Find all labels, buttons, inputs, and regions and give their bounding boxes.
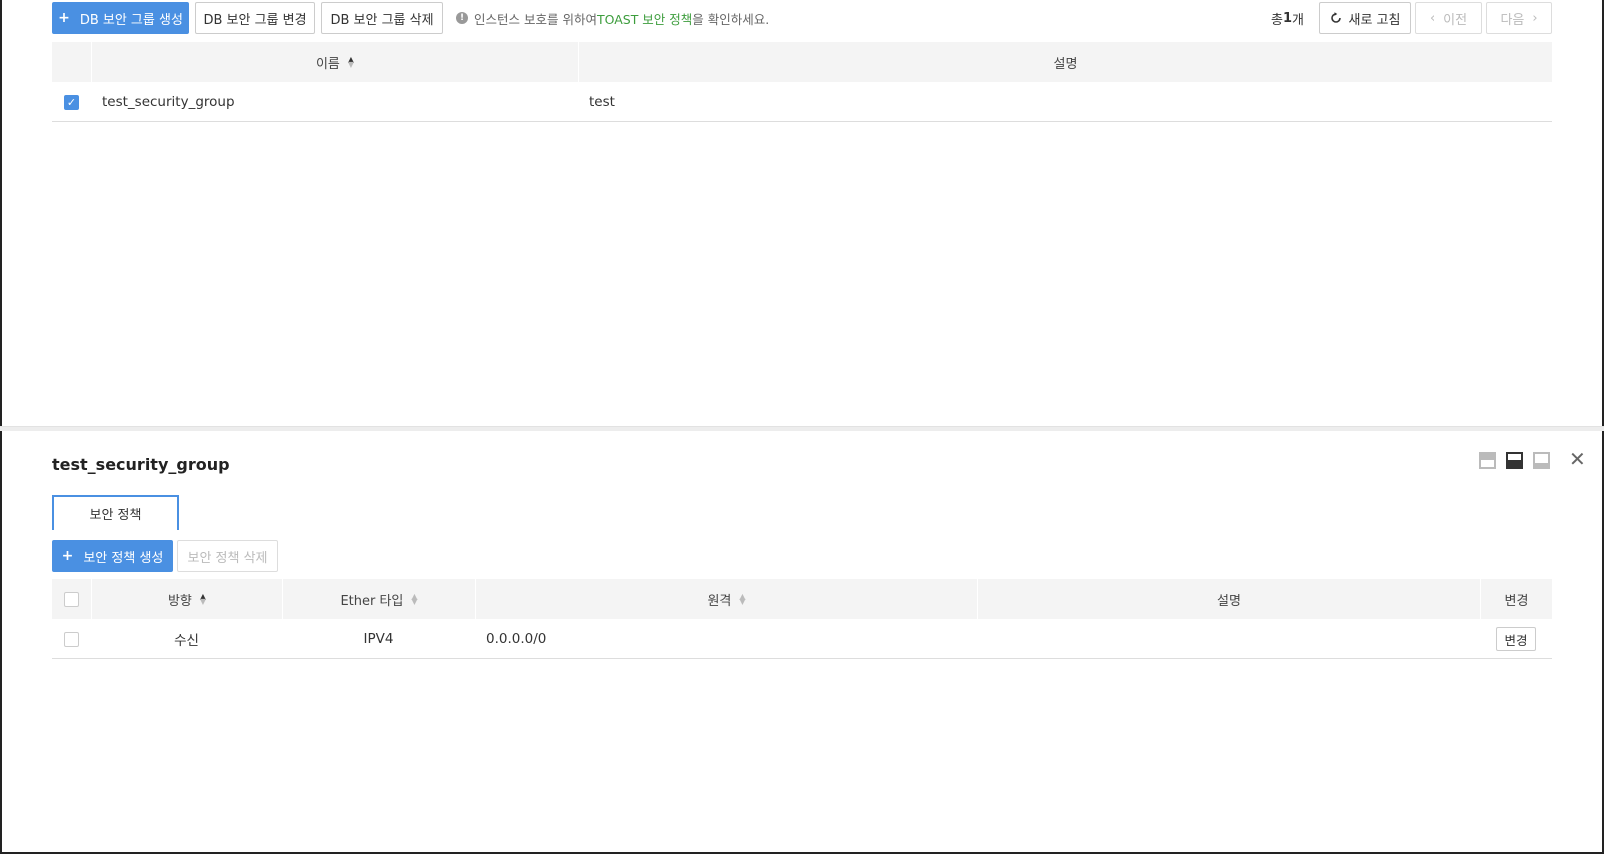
create-security-rule-button[interactable]: + 보안 정책 생성 [52, 540, 173, 572]
rule-edit-cell: 변경 [1480, 619, 1552, 659]
column-header-ether-type[interactable]: Ether 타입 ▲ ▼ [282, 579, 475, 619]
sort-icon: ▲ ▼ [411, 592, 418, 606]
rule-edit-label: 변경 [1504, 632, 1528, 648]
row-description: test [589, 94, 615, 110]
notice-prefix: 인스턴스 보호를 위하여 [474, 11, 597, 27]
column-header-ether-type-label: Ether 타입 [340, 593, 404, 609]
column-header-description: 설명 [578, 42, 1552, 82]
next-page-label: 다음 [1500, 12, 1525, 28]
total-count: 총1개 [1271, 2, 1304, 34]
table-header: 이름 ▲ ▼ 설명 [52, 42, 1552, 82]
rule-table-header: 방향 ▲ ▼ Ether 타입 ▲ ▼ 원격 ▲ ▼ 설명 변경 [52, 579, 1552, 619]
column-header-remote-label: 원격 [707, 593, 732, 609]
delete-db-security-group-button[interactable]: DB 보안 그룹 삭제 [321, 2, 443, 34]
plus-icon: + [61, 548, 74, 564]
delete-security-rule-button[interactable]: 보안 정책 삭제 [177, 540, 278, 572]
sort-icon: ▲ ▼ [739, 592, 746, 606]
prev-page-label: 이전 [1443, 12, 1468, 28]
table-row[interactable]: 수신 IPV4 0.0.0.0/0 변경 [52, 619, 1552, 659]
column-header-remote[interactable]: 원격 ▲ ▼ [475, 579, 977, 619]
info-icon: ! [456, 12, 468, 24]
checkbox-checked-icon: ✓ [64, 94, 79, 110]
chevron-right-icon: › [1532, 10, 1538, 26]
column-header-name[interactable]: 이름 ▲ ▼ [91, 42, 578, 82]
select-all-column-header [52, 579, 91, 619]
edit-db-security-group-label: DB 보안 그룹 변경 [203, 12, 307, 28]
toolbar: + DB 보안 그룹 생성 DB 보안 그룹 변경 DB 보안 그룹 삭제 ! … [52, 2, 1552, 34]
security-group-table: 이름 ▲ ▼ 설명 ✓ test_security_group test [52, 42, 1552, 122]
security-rule-table: 방향 ▲ ▼ Ether 타입 ▲ ▼ 원격 ▲ ▼ 설명 변경 수신 IPV4 0.… [52, 579, 1552, 659]
column-header-description: 설명 [977, 579, 1480, 619]
sort-icon: ▲ ▼ [347, 55, 355, 69]
layout-bottom-icon[interactable] [1533, 452, 1550, 469]
column-header-edit: 변경 [1480, 579, 1552, 619]
next-page-button[interactable]: 다음 › [1486, 2, 1552, 34]
column-header-direction-label: 방향 [167, 593, 192, 609]
refresh-button[interactable]: 새로 고침 [1319, 2, 1411, 34]
refresh-icon [1330, 12, 1341, 23]
select-column-header [52, 42, 91, 82]
layout-split-icon[interactable] [1506, 452, 1523, 469]
create-db-security-group-label: DB 보안 그룹 생성 [79, 12, 183, 28]
detail-panel-title: test_security_group [52, 455, 230, 474]
panel-layout-controls [1479, 452, 1550, 469]
plus-icon: + [58, 10, 70, 26]
column-header-description-label: 설명 [1053, 56, 1078, 72]
security-policy-link[interactable]: TOAST 보안 정책 [597, 9, 692, 28]
panel-splitter[interactable] [0, 426, 1604, 431]
tab-security-policy-label: 보안 정책 [89, 508, 142, 523]
delete-security-rule-label: 보안 정책 삭제 [187, 550, 268, 566]
checkbox-icon [64, 631, 79, 647]
security-policy-notice: ! 인스턴스 보호를 위하여 TOAST 보안 정책 을 확인하세요. [456, 2, 769, 34]
column-header-name-label: 이름 [315, 56, 340, 72]
create-security-rule-label: 보안 정책 생성 [83, 550, 164, 566]
total-count-value: 1 [1282, 10, 1293, 26]
close-icon[interactable]: ✕ [1569, 449, 1586, 469]
rule-remote: 0.0.0.0/0 [486, 631, 547, 647]
total-prefix: 총 [1271, 12, 1283, 28]
column-header-rule-description-label: 설명 [1217, 593, 1241, 609]
tab-security-policy[interactable]: 보안 정책 [52, 495, 179, 530]
sort-icon: ▲ ▼ [199, 592, 207, 606]
refresh-label: 새로 고침 [1348, 12, 1401, 28]
select-all-checkbox[interactable] [64, 591, 79, 607]
prev-page-button[interactable]: ‹ 이전 [1415, 2, 1482, 34]
total-suffix: 개 [1292, 12, 1304, 28]
layout-top-icon[interactable] [1479, 452, 1496, 469]
rule-ether-type: IPV4 [363, 631, 394, 647]
rule-direction: 수신 [174, 633, 199, 649]
notice-suffix: 을 확인하세요. [692, 11, 770, 27]
row-checkbox[interactable] [64, 619, 79, 659]
edit-db-security-group-button[interactable]: DB 보안 그룹 변경 [195, 2, 315, 34]
column-header-direction[interactable]: 방향 ▲ ▼ [91, 579, 282, 619]
chevron-left-icon: ‹ [1429, 10, 1436, 26]
create-db-security-group-button[interactable]: + DB 보안 그룹 생성 [52, 2, 189, 34]
column-header-edit-label: 변경 [1504, 593, 1529, 609]
table-row[interactable]: ✓ test_security_group test [52, 82, 1552, 122]
rule-edit-button[interactable]: 변경 [1496, 627, 1536, 651]
delete-db-security-group-label: DB 보안 그룹 삭제 [330, 12, 434, 28]
row-name: test_security_group [102, 94, 235, 110]
row-checkbox[interactable]: ✓ [64, 82, 79, 122]
